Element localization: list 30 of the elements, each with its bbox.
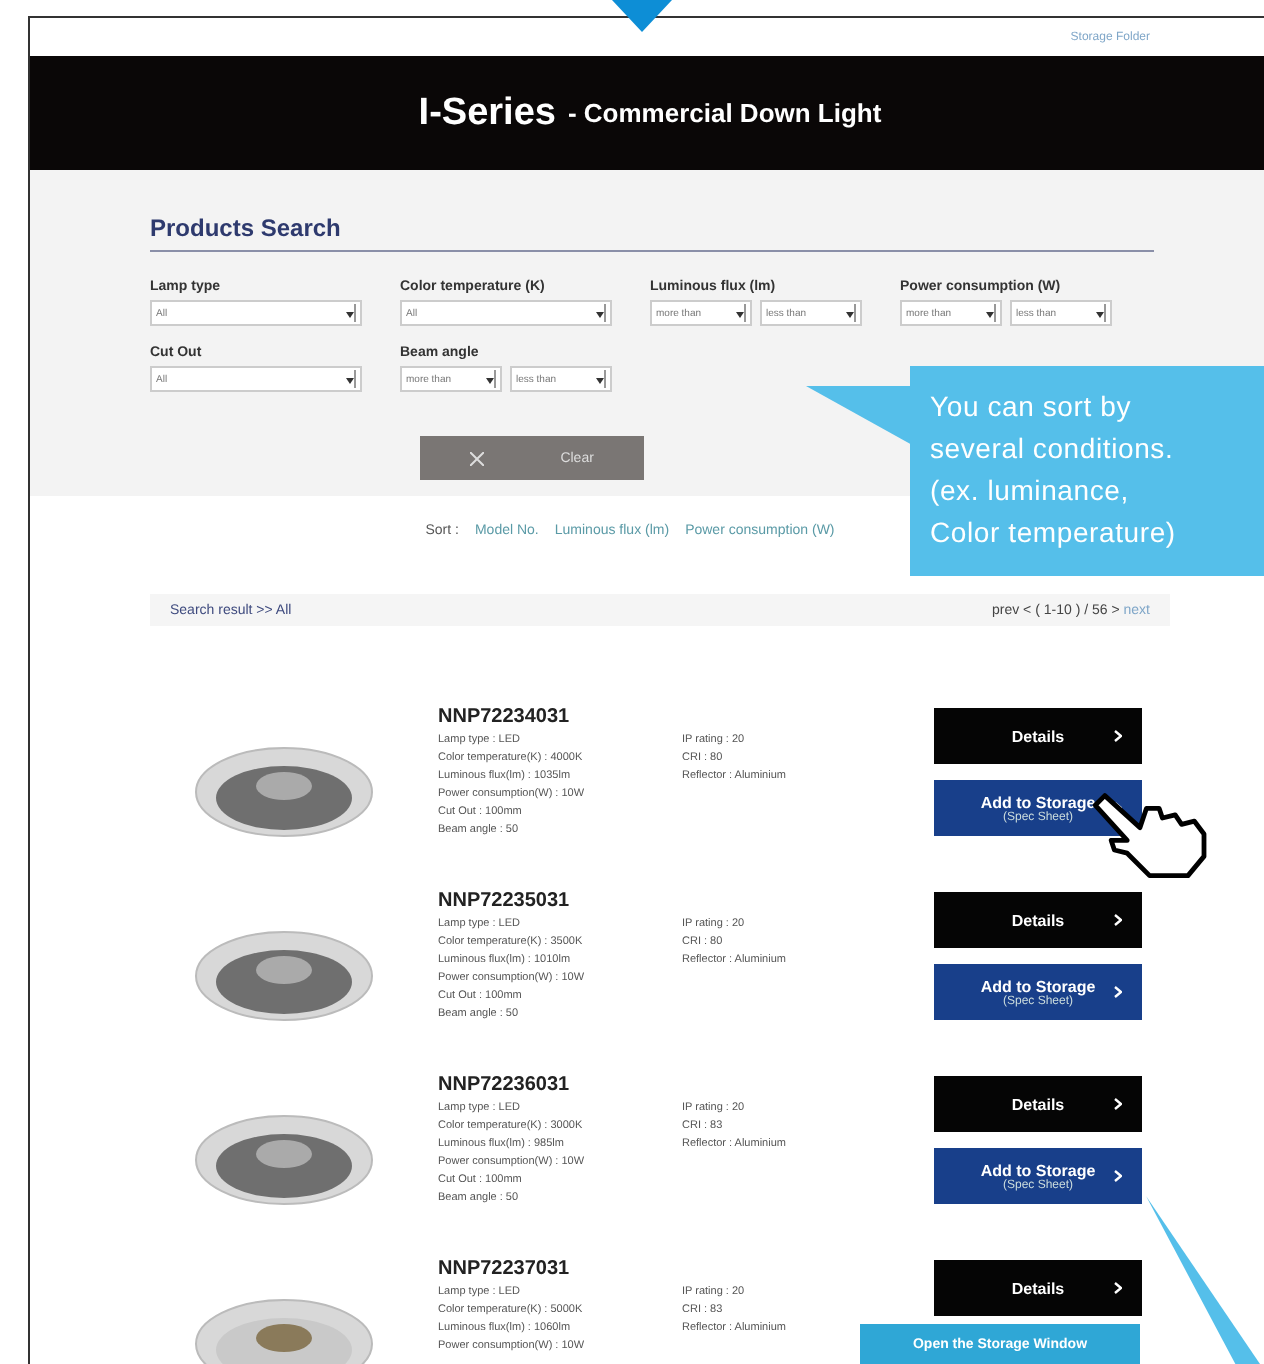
model-number: NNP72235031 xyxy=(438,890,572,912)
chevron-right-icon xyxy=(1114,730,1122,742)
search-title: Products Search xyxy=(150,214,1154,252)
model-number: NNP72237031 xyxy=(438,1258,572,1280)
model-number: NNP72236031 xyxy=(438,1074,572,1096)
dropdown-caret-icon xyxy=(346,304,356,322)
dropdown-caret-icon xyxy=(486,370,496,388)
details-button[interactable]: Details xyxy=(934,892,1142,948)
dropdown-caret-icon xyxy=(596,304,606,322)
details-button[interactable]: Details xyxy=(934,1260,1142,1316)
page-title: I-Series xyxy=(418,91,556,135)
chevron-right-icon xyxy=(1114,986,1122,998)
dropdown-caret-icon xyxy=(846,304,856,322)
dropdown-caret-icon xyxy=(1096,304,1106,322)
details-button[interactable]: Details xyxy=(934,708,1142,764)
callout-note: You can sort by several conditions. (ex. luminance, Color temperature) xyxy=(910,366,1264,576)
dropdown-caret-icon xyxy=(346,370,356,388)
chevron-right-icon xyxy=(1114,1282,1122,1294)
details-button[interactable]: Details xyxy=(934,1076,1142,1132)
callout-tail xyxy=(806,386,914,446)
chevron-right-icon xyxy=(1114,914,1122,926)
chevron-right-icon xyxy=(1114,1170,1122,1182)
page-subtitle: - Commercial Down Light xyxy=(567,98,882,128)
close-icon xyxy=(470,451,485,465)
dropdown-caret-icon xyxy=(736,304,746,322)
model-number: NNP72234031 xyxy=(438,706,572,728)
pointer-arrow xyxy=(612,0,672,32)
dropdown-caret-icon xyxy=(596,370,606,388)
chevron-right-icon xyxy=(1114,1098,1122,1110)
dropdown-caret-icon xyxy=(986,304,996,322)
